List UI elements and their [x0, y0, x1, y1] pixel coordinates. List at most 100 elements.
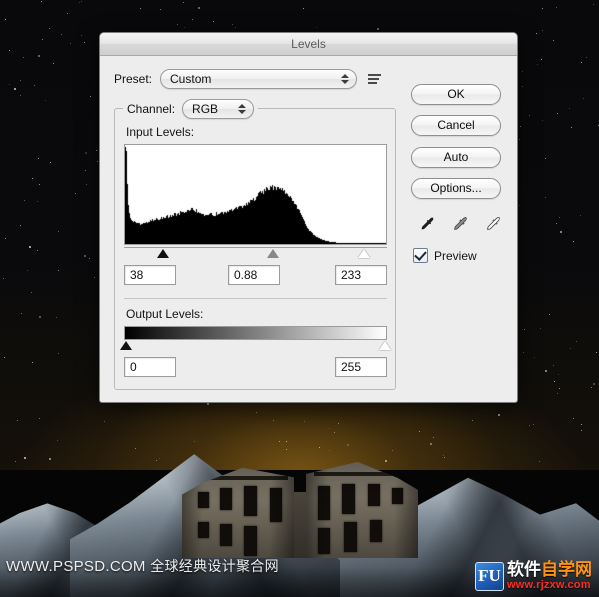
weathering-overlay — [182, 467, 294, 558]
star — [32, 362, 34, 364]
white-point-slider-handle[interactable] — [358, 249, 371, 258]
preset-dropdown[interactable]: Custom — [160, 69, 358, 89]
output-white-slider-handle[interactable] — [379, 341, 391, 350]
star — [570, 126, 572, 128]
output-levels-label: Output Levels: — [126, 307, 204, 321]
channel-dropdown[interactable]: RGB — [182, 99, 255, 119]
input-gamma-field[interactable]: 0.88 — [228, 265, 280, 285]
star — [74, 192, 76, 194]
white-point-eyedropper[interactable] — [485, 215, 505, 235]
star — [4, 18, 6, 20]
star — [70, 42, 72, 44]
black-point-slider-handle[interactable] — [157, 249, 170, 258]
star — [23, 57, 25, 59]
star — [576, 340, 578, 342]
star — [85, 183, 87, 185]
star — [519, 204, 520, 206]
channel-row: Channel: RGB — [123, 98, 259, 120]
section-divider — [124, 298, 387, 299]
dialog-body: Preset: Custom Channel: RGB Input Levels… — [100, 56, 517, 402]
star — [548, 314, 550, 316]
watermark-slogan: 全球经典设计聚合网 — [150, 558, 279, 574]
input-levels-label: Input Levels: — [126, 125, 195, 139]
channel-value: RGB — [192, 102, 219, 116]
star — [37, 54, 40, 57]
star — [80, 0, 82, 2]
star — [24, 199, 25, 201]
star — [95, 149, 97, 151]
output-black-slider-handle[interactable] — [120, 341, 132, 350]
stepper-arrows-icon[interactable] — [238, 104, 247, 114]
preview-row[interactable]: Preview — [413, 248, 503, 263]
options-button[interactable]: Options... — [411, 178, 501, 199]
star — [302, 7, 304, 9]
preset-label: Preset: — [114, 72, 153, 86]
logo-word-white: 软件 — [507, 560, 541, 579]
star — [472, 420, 474, 421]
stepper-arrows-icon[interactable] — [341, 74, 350, 84]
preview-checkbox[interactable] — [413, 248, 428, 263]
star — [559, 231, 562, 234]
star — [39, 315, 42, 318]
star — [90, 96, 92, 98]
star — [84, 169, 86, 171]
star — [44, 99, 46, 101]
star — [537, 64, 539, 66]
star — [553, 381, 555, 383]
star — [183, 26, 185, 28]
star — [582, 98, 584, 100]
output-black-field[interactable]: 0 — [124, 357, 176, 377]
channel-label: Channel: — [127, 102, 176, 116]
star — [34, 85, 36, 86]
auto-button[interactable]: Auto — [411, 147, 501, 168]
star — [545, 197, 546, 199]
star — [3, 357, 5, 359]
list-menu-icon[interactable] — [368, 72, 384, 86]
star — [595, 352, 597, 354]
star — [183, 1, 185, 3]
midtone-slider-handle[interactable] — [266, 249, 279, 258]
star — [541, 30, 543, 31]
gray-point-eyedropper[interactable] — [452, 215, 472, 235]
histogram-canvas — [125, 145, 386, 244]
star — [572, 240, 574, 242]
star — [540, 328, 542, 330]
star — [534, 356, 536, 358]
dialog-title: Levels — [291, 37, 326, 51]
star — [520, 126, 522, 128]
star — [235, 26, 237, 28]
star — [104, 420, 106, 422]
logo-url: www.rjzxw.com — [507, 579, 591, 591]
star — [523, 352, 525, 354]
black-point-eyedropper[interactable] — [419, 215, 439, 235]
dialog-title-bar[interactable]: Levels — [100, 33, 517, 56]
input-levels-slider[interactable] — [124, 247, 387, 261]
star — [338, 423, 340, 425]
histogram-display — [124, 144, 387, 245]
logo-word-orange: 自学网 — [541, 560, 592, 579]
star — [60, 33, 62, 35]
weathering-overlay — [306, 462, 418, 558]
star — [83, 255, 86, 258]
star — [57, 269, 59, 271]
star — [198, 6, 200, 9]
cancel-button[interactable]: Cancel — [411, 115, 501, 136]
eyedropper-tools — [419, 215, 503, 235]
star — [8, 49, 10, 51]
star — [8, 83, 10, 85]
chevron-up-icon — [341, 74, 350, 78]
star — [4, 238, 6, 240]
output-white-field[interactable]: 255 — [335, 357, 387, 377]
ok-button[interactable]: OK — [411, 84, 501, 105]
star — [303, 420, 305, 422]
input-black-field[interactable]: 38 — [124, 265, 176, 285]
star — [93, 276, 95, 278]
output-levels-slider[interactable] — [120, 341, 391, 353]
star — [540, 58, 542, 60]
star — [37, 157, 39, 159]
building-left — [182, 467, 294, 558]
output-levels-fields: 0 255 — [124, 357, 387, 379]
input-white-field[interactable]: 233 — [335, 265, 387, 285]
star — [41, 0, 42, 2]
star — [593, 383, 596, 386]
